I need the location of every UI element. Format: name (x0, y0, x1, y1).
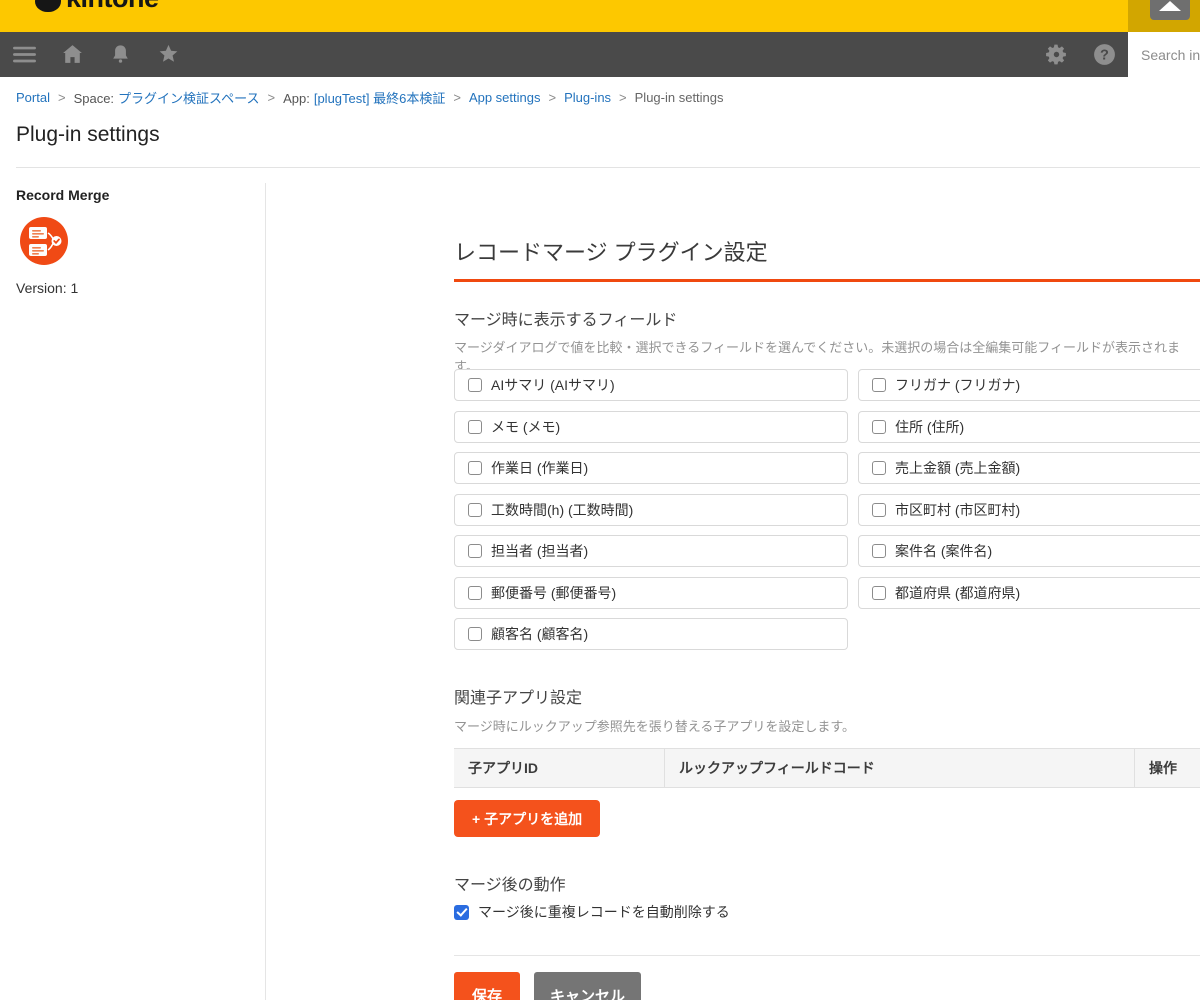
field-label: 住所 (住所) (895, 417, 964, 437)
breadcrumb-separator: > (58, 90, 66, 105)
breadcrumb-app-prefix: App: (283, 91, 310, 106)
field-option-row[interactable]: 売上金額 (売上金額) (858, 452, 1200, 484)
field-checkbox[interactable] (872, 378, 886, 392)
breadcrumb: Portal > Space: プラグイン検証スペース > App: [plugTe… (16, 88, 724, 107)
notifications-bell-icon[interactable] (108, 42, 133, 67)
breadcrumb-app: App: [plugTest] 最終6本検証 (283, 88, 445, 107)
top-header-bar: kintone (0, 0, 1200, 32)
add-child-app-button[interactable]: + 子アプリを追加 (454, 800, 600, 837)
breadcrumb-app-settings[interactable]: App settings (469, 90, 541, 105)
field-option-row[interactable]: フリガナ (フリガナ) (858, 369, 1200, 401)
title-divider (16, 167, 1200, 168)
breadcrumb-portal[interactable]: Portal (16, 90, 50, 105)
field-option-row[interactable]: 担当者 (担当者) (454, 535, 848, 567)
field-checkbox[interactable] (468, 627, 482, 641)
save-button[interactable]: 保存 (454, 972, 520, 1000)
help-icon[interactable]: ? (1092, 42, 1117, 67)
sidebar-divider (265, 183, 266, 1000)
kintone-plugin-settings-screen: kintone ? Portal > Space:プラグイ (0, 0, 1200, 1000)
breadcrumb-separator: > (453, 90, 461, 105)
field-checkbox[interactable] (468, 461, 482, 475)
cancel-button[interactable]: キャンセル (534, 972, 641, 1000)
settings-gear-icon[interactable] (1044, 42, 1069, 67)
page-title: Plug-in settings (16, 123, 160, 147)
field-label: 市区町村 (市区町村) (895, 500, 1020, 520)
hamburger-menu-icon[interactable] (12, 42, 37, 67)
table-header-child-app-id: 子アプリID (454, 749, 665, 787)
fields-column-left: AIサマリ (AIサマリ) メモ (メモ) 作業日 (作業日) 工数時間(h) … (454, 369, 848, 650)
field-checkbox[interactable] (872, 586, 886, 600)
field-label: メモ (メモ) (491, 417, 560, 437)
user-avatar[interactable] (1150, 0, 1190, 20)
field-option-row[interactable]: 工数時間(h) (工数時間) (454, 494, 848, 526)
account-area (1128, 0, 1200, 32)
plugin-name-heading: Record Merge (16, 187, 109, 203)
title-orange-rule (454, 279, 1200, 282)
breadcrumb-current: Plug-in settings (635, 90, 724, 105)
post-merge-option-row[interactable]: マージ後に重複レコードを自動削除する (454, 902, 730, 922)
breadcrumb-space: Space: プラグイン検証スペース (74, 88, 260, 107)
field-option-row[interactable]: 都道府県 (都道府県) (858, 577, 1200, 609)
child-app-section-heading: 関連子アプリ設定 (454, 684, 582, 708)
field-checkbox[interactable] (468, 503, 482, 517)
field-label: 担当者 (担当者) (491, 541, 588, 561)
field-checkbox[interactable] (468, 586, 482, 600)
post-merge-section-heading: マージ後の動作 (454, 871, 566, 895)
field-label: AIサマリ (AIサマリ) (491, 375, 615, 395)
global-navigation-bar: ? (0, 32, 1200, 77)
field-option-row[interactable]: 顧客名 (顧客名) (454, 618, 848, 650)
field-label: 都道府県 (都道府県) (895, 583, 1020, 603)
field-option-row[interactable]: 作業日 (作業日) (454, 452, 848, 484)
svg-text:?: ? (1100, 48, 1109, 64)
home-icon[interactable] (60, 42, 85, 67)
field-checkbox[interactable] (468, 378, 482, 392)
post-merge-checkbox-label: マージ後に重複レコードを自動削除する (478, 902, 730, 922)
child-app-table: 子アプリID ルックアップフィールドコード 操作 (454, 748, 1200, 788)
kintone-logo[interactable]: kintone (66, 0, 159, 14)
field-option-row[interactable]: AIサマリ (AIサマリ) (454, 369, 848, 401)
search-input[interactable] (1128, 32, 1200, 77)
table-header-lookup-field-code: ルックアップフィールドコード (665, 749, 1135, 787)
breadcrumb-separator: > (268, 90, 276, 105)
record-merge-plugin-icon (20, 217, 68, 265)
field-label: 案件名 (案件名) (895, 541, 992, 561)
field-checkbox[interactable] (872, 420, 886, 434)
field-label: 工数時間(h) (工数時間) (491, 500, 633, 520)
user-avatar-icon (1159, 1, 1181, 11)
breadcrumb-plugins[interactable]: Plug-ins (564, 90, 611, 105)
field-checkbox[interactable] (468, 420, 482, 434)
field-label: 売上金額 (売上金額) (895, 458, 1020, 478)
field-label: フリガナ (フリガナ) (895, 375, 1020, 395)
field-checkbox[interactable] (872, 461, 886, 475)
field-option-row[interactable]: 案件名 (案件名) (858, 535, 1200, 567)
favorites-star-icon[interactable] (156, 42, 181, 67)
table-header-operation: 操作 (1135, 749, 1200, 787)
field-option-row[interactable]: 郵便番号 (郵便番号) (454, 577, 848, 609)
field-checkbox[interactable] (872, 503, 886, 517)
breadcrumb-space-prefix: Space: (74, 91, 114, 106)
post-merge-checkbox[interactable] (454, 905, 469, 920)
field-option-row[interactable]: 市区町村 (市区町村) (858, 494, 1200, 526)
fields-column-right: フリガナ (フリガナ) 住所 (住所) 売上金額 (売上金額) 市区町村 (市区… (858, 369, 1200, 609)
field-checkbox[interactable] (872, 544, 886, 558)
kintone-bird-logo-icon (35, 0, 61, 12)
field-label: 作業日 (作業日) (491, 458, 588, 478)
plugin-settings-title: レコードマージ プラグイン設定 (454, 235, 768, 267)
field-option-row[interactable]: 住所 (住所) (858, 411, 1200, 443)
plugin-version: Version: 1 (16, 280, 78, 296)
field-label: 郵便番号 (郵便番号) (491, 583, 616, 603)
fields-section-heading: マージ時に表示するフィールド (454, 306, 677, 330)
actions-divider (454, 955, 1200, 956)
breadcrumb-separator: > (619, 90, 627, 105)
field-checkbox[interactable] (468, 544, 482, 558)
field-label: 顧客名 (顧客名) (491, 624, 588, 644)
breadcrumb-app-link[interactable]: [plugTest] 最終6本検証 (314, 91, 446, 106)
breadcrumb-space-link[interactable]: プラグイン検証スペース (118, 91, 259, 106)
breadcrumb-separator: > (548, 90, 556, 105)
child-app-section-description: マージ時にルックアップ参照先を張り替える子アプリを設定します。 (454, 716, 855, 735)
field-option-row[interactable]: メモ (メモ) (454, 411, 848, 443)
